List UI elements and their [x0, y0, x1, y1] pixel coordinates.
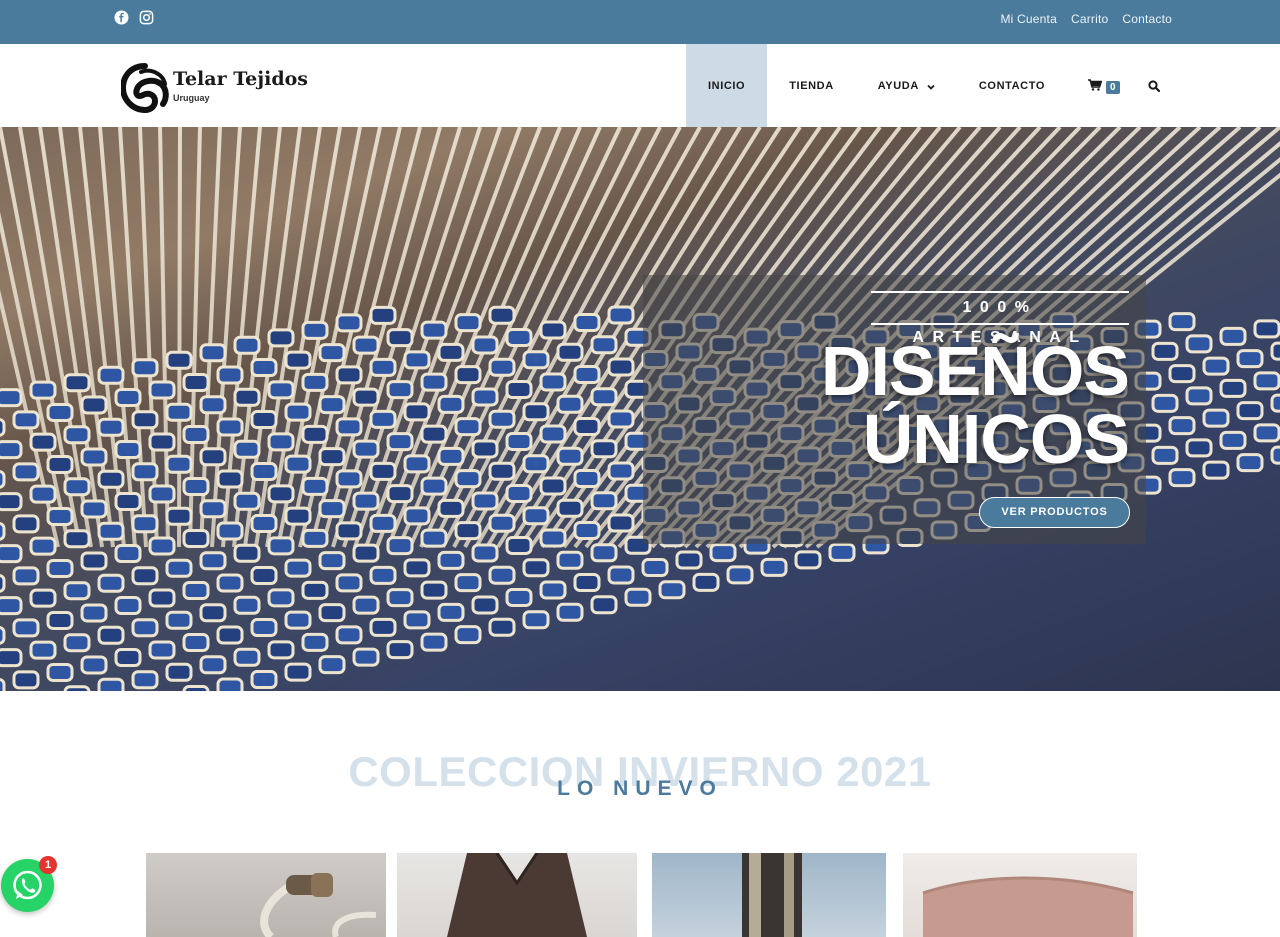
instagram-icon[interactable] [139, 10, 154, 25]
hero-title-line-1: DISEÑOS [820, 332, 1130, 410]
cart-link[interactable]: Carrito [1071, 12, 1108, 26]
cart-button[interactable]: 0 [1088, 78, 1120, 96]
cart-count-badge: 0 [1106, 80, 1120, 94]
hero-banner: 100% ARTESANAL DISEÑOS ÚNICOS VER PRODUC… [0, 127, 1280, 691]
logo-subtitle: Uruguay [173, 93, 210, 103]
product-card-3[interactable] [652, 853, 886, 937]
cart-icon [1088, 78, 1103, 96]
nav-label: CONTACTO [978, 79, 1045, 92]
hero-title: DISEÑOS ÚNICOS [820, 332, 1130, 478]
product-image-3 [742, 853, 802, 937]
main-header: Telar Tejidos Uruguay INICIO TIENDA AYUD… [0, 44, 1280, 127]
whatsapp-notification-badge: 1 [39, 856, 57, 874]
hero-kicker: 100% ARTESANAL [871, 291, 1129, 346]
product-card-1[interactable] [146, 853, 386, 937]
social-links [114, 10, 154, 25]
nav-label: INICIO [708, 79, 746, 92]
logo-swirl-icon [119, 63, 169, 114]
logo-title: Telar Tejidos [173, 68, 308, 90]
top-bar: Mi Cuenta Carrito Contacto [0, 0, 1280, 44]
chevron-down-icon [927, 82, 935, 90]
product-grid [0, 853, 1280, 937]
nav-item-inicio[interactable]: INICIO [686, 44, 768, 127]
product-card-4[interactable] [903, 853, 1137, 937]
product-image-4 [922, 876, 1134, 937]
nav-label: TIENDA [789, 79, 834, 92]
product-image-2 [447, 853, 587, 937]
nav-item-ayuda[interactable]: AYUDA [856, 44, 957, 127]
nav-item-contacto[interactable]: CONTACTO [957, 44, 1067, 127]
product-image-1 [260, 873, 377, 937]
hero-title-line-2: ÚNICOS [862, 400, 1130, 478]
search-icon[interactable] [1148, 79, 1161, 93]
nav-item-tienda[interactable]: TIENDA [767, 44, 856, 127]
top-links: Mi Cuenta Carrito Contacto [1000, 12, 1172, 26]
product-card-2[interactable] [397, 853, 637, 937]
section-subtitle: LO NUEVO [557, 777, 723, 800]
nav-label: AYUDA [877, 79, 919, 92]
site-logo[interactable]: Telar Tejidos Uruguay [119, 62, 311, 114]
my-account-link[interactable]: Mi Cuenta [1000, 12, 1057, 26]
contact-link[interactable]: Contacto [1122, 12, 1172, 26]
hero-text-box: 100% ARTESANAL DISEÑOS ÚNICOS VER PRODUC… [643, 275, 1146, 544]
facebook-icon[interactable] [114, 10, 129, 25]
view-products-button[interactable]: VER PRODUCTOS [979, 497, 1130, 528]
main-nav: INICIO TIENDA AYUDA CONTACTO [686, 44, 1067, 127]
